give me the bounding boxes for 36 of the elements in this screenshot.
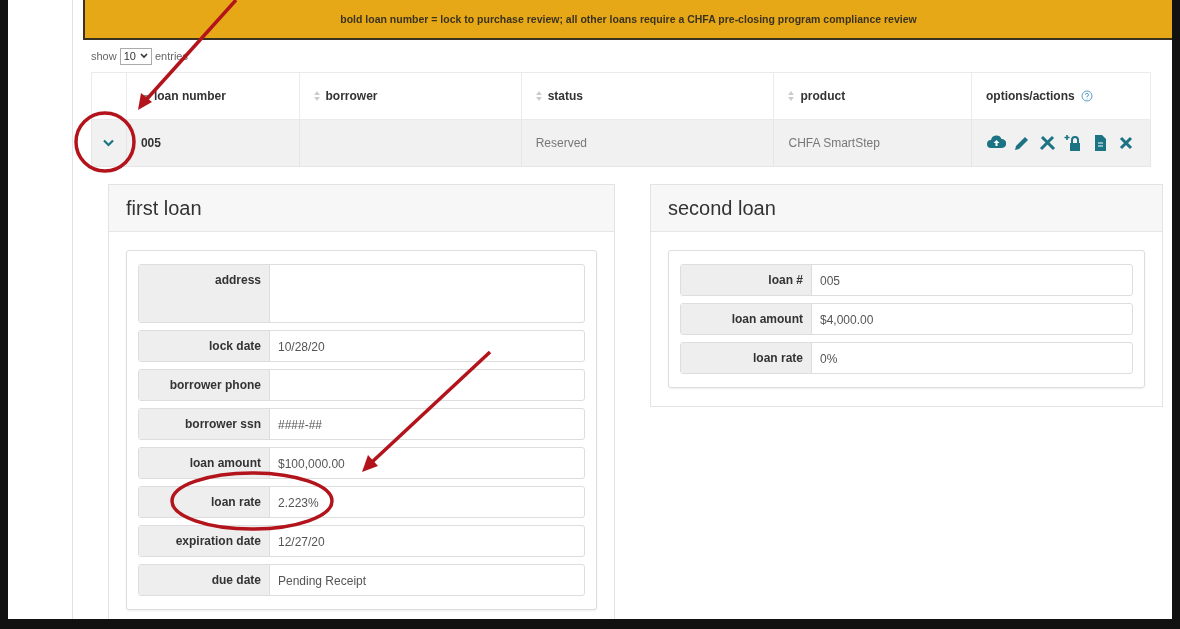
field-label: expiration date bbox=[175, 534, 261, 548]
field-label: borrower phone bbox=[169, 378, 261, 392]
field-label: borrower ssn bbox=[184, 417, 261, 431]
field-value: ####-## bbox=[278, 418, 323, 432]
field-value: 0% bbox=[820, 352, 838, 366]
field-value: Pending Receipt bbox=[278, 574, 367, 588]
caret-icon bbox=[139, 53, 148, 59]
column-header[interactable]: status bbox=[547, 88, 583, 103]
field-label: loan rate bbox=[211, 495, 261, 509]
entries-select[interactable]: 10 bbox=[119, 47, 152, 65]
field-value: 005 bbox=[820, 274, 841, 288]
column-header[interactable]: product bbox=[800, 88, 846, 103]
table-cell: 005 bbox=[140, 136, 161, 150]
field-label: address bbox=[214, 273, 261, 287]
field-label: due date bbox=[211, 573, 261, 587]
field-value: 10/28/20 bbox=[278, 340, 325, 354]
column-header[interactable]: loan number bbox=[153, 89, 226, 103]
banner-text: bold loan number = lock to purchase review; all other loans require a CHFA pre-closing program compliance review bbox=[340, 13, 917, 25]
field-value: $100,000.00 bbox=[278, 457, 345, 471]
field-label: loan rate bbox=[753, 351, 803, 365]
column-header: options/actions bbox=[986, 89, 1075, 103]
chevron-icon bbox=[103, 139, 115, 147]
field-value: 2.223% bbox=[278, 496, 319, 510]
annotation-circle bbox=[74, 111, 136, 173]
field-value: 12/27/20 bbox=[278, 535, 325, 549]
field-label: loan amount bbox=[731, 312, 803, 326]
field-label: loan amount bbox=[189, 456, 261, 470]
field-label: lock date bbox=[208, 339, 261, 353]
table-cell: CHFA SmartStep bbox=[788, 136, 880, 150]
field-label: loan # bbox=[768, 273, 803, 287]
length-label: show bbox=[91, 50, 117, 62]
table-cell: Reserved bbox=[535, 136, 587, 150]
panel-title: first loan bbox=[126, 196, 202, 220]
column-header[interactable]: borrower bbox=[325, 88, 378, 103]
field-value: $4,000.00 bbox=[820, 313, 874, 327]
panel-title: second loan bbox=[668, 196, 776, 220]
